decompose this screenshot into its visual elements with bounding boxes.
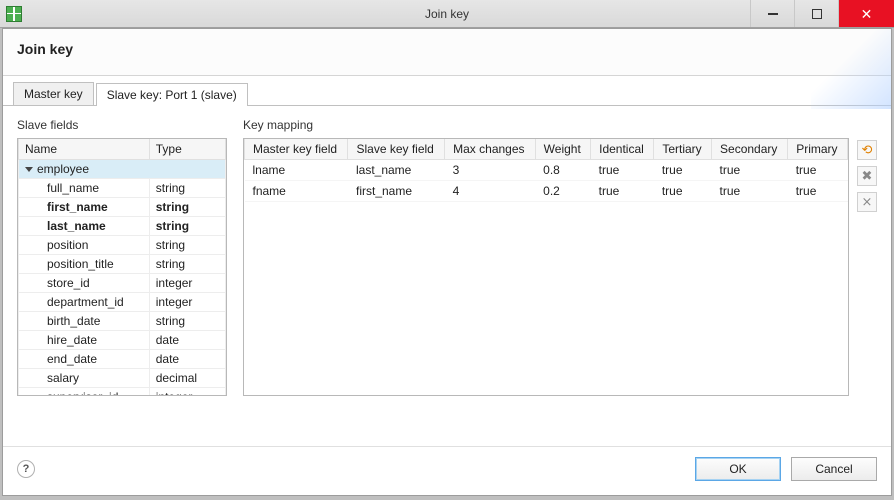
tab-master-key[interactable]: Master key	[13, 82, 94, 105]
tree-item[interactable]: position_titlestring	[19, 255, 226, 274]
key-mapping-tools: ⟲ ✖ ⨯	[857, 138, 877, 396]
mapping-cell-max_changes: 3	[445, 160, 536, 181]
mapping-cell-max_changes: 4	[445, 181, 536, 202]
tree-item-name: full_name	[19, 179, 150, 198]
mapping-cell-primary: true	[788, 181, 848, 202]
auto-map-button[interactable]: ⟲	[857, 140, 877, 160]
tree-item[interactable]: end_datedate	[19, 350, 226, 369]
mapping-cell-secondary: true	[712, 160, 788, 181]
tree-item-name: store_id	[19, 274, 150, 293]
tree-item[interactable]: store_idinteger	[19, 274, 226, 293]
tree-item[interactable]: positionstring	[19, 236, 226, 255]
tree-item-type: date	[149, 331, 225, 350]
tree-item-type: date	[149, 350, 225, 369]
tree-item-type: string	[149, 217, 225, 236]
tree-root-label: employee	[37, 162, 89, 176]
tree-item[interactable]: department_idinteger	[19, 293, 226, 312]
dialog-footer: ? OK Cancel	[3, 446, 891, 495]
tree-item-type: integer	[149, 274, 225, 293]
tree-item-type: string	[149, 198, 225, 217]
tree-item-type: string	[149, 179, 225, 198]
km-col-identical[interactable]: Identical	[591, 139, 654, 160]
window-titlebar: Join key ✕	[0, 0, 894, 28]
tab-slave-key[interactable]: Slave key: Port 1 (slave)	[96, 83, 248, 106]
km-col-weight[interactable]: Weight	[535, 139, 590, 160]
remove-all-mappings-button[interactable]: ⨯	[857, 192, 877, 212]
tree-item-name: position_title	[19, 255, 150, 274]
km-col-slave[interactable]: Slave key field	[348, 139, 445, 160]
tree-item-name: salary	[19, 369, 150, 388]
tree-root-employee[interactable]: employee	[19, 160, 226, 179]
mapping-row[interactable]: lnamelast_name30.8truetruetruetrue	[245, 160, 848, 181]
tree-item-type: string	[149, 312, 225, 331]
mapping-cell-slave: last_name	[348, 160, 445, 181]
tab-strip: Master key Slave key: Port 1 (slave)	[3, 76, 891, 106]
tree-item-name: department_id	[19, 293, 150, 312]
km-col-tertiary[interactable]: Tertiary	[654, 139, 712, 160]
tree-item-type: decimal	[149, 369, 225, 388]
slave-col-type[interactable]: Type	[149, 139, 225, 160]
km-col-max-changes[interactable]: Max changes	[445, 139, 536, 160]
key-mapping-grid: Master key field Slave key field Max cha…	[244, 139, 848, 202]
km-col-secondary[interactable]: Secondary	[712, 139, 788, 160]
tree-item-name: birth_date	[19, 312, 150, 331]
cancel-button[interactable]: Cancel	[791, 457, 877, 481]
expand-icon[interactable]	[25, 167, 33, 172]
tree-item[interactable]: hire_datedate	[19, 331, 226, 350]
mapping-cell-weight: 0.8	[535, 160, 590, 181]
mapping-cell-tertiary: true	[654, 181, 712, 202]
tree-item-name: end_date	[19, 350, 150, 369]
mapping-cell-tertiary: true	[654, 160, 712, 181]
mapping-row[interactable]: fnamefirst_name40.2truetruetruetrue	[245, 181, 848, 202]
tree-item[interactable]: full_namestring	[19, 179, 226, 198]
dialog-header: Join key	[3, 29, 891, 76]
tree-item-type: string	[149, 255, 225, 274]
mapping-cell-secondary: true	[712, 181, 788, 202]
tree-item[interactable]: salarydecimal	[19, 369, 226, 388]
tree-item-name: position	[19, 236, 150, 255]
key-mapping-grid-box: Master key field Slave key field Max cha…	[243, 138, 849, 396]
mapping-cell-slave: first_name	[348, 181, 445, 202]
tree-item-name: first_name	[19, 198, 150, 217]
tree-item-name: supervisor_id	[19, 388, 150, 396]
window-minimize-button[interactable]	[750, 0, 794, 27]
slave-col-name[interactable]: Name	[19, 139, 150, 160]
mapping-cell-weight: 0.2	[535, 181, 590, 202]
mapping-cell-identical: true	[591, 160, 654, 181]
tree-item-type: integer	[149, 388, 225, 396]
tree-item[interactable]: last_namestring	[19, 217, 226, 236]
key-mapping-panel: Key mapping Master key field Slave key f…	[243, 118, 877, 408]
dialog-title: Join key	[17, 41, 73, 57]
dialog-client: Join key Master key Slave key: Port 1 (s…	[2, 28, 892, 496]
mapping-cell-primary: true	[788, 160, 848, 181]
app-icon	[6, 6, 22, 22]
ok-button[interactable]: OK	[695, 457, 781, 481]
remove-mapping-button[interactable]: ✖	[857, 166, 877, 186]
km-col-master[interactable]: Master key field	[245, 139, 348, 160]
slave-fields-panel: Slave fields Name Type emplo	[17, 118, 227, 408]
window-close-button[interactable]: ✕	[838, 0, 894, 27]
slave-fields-tree: Name Type employee full_namestringfirst_…	[18, 139, 226, 395]
help-button[interactable]: ?	[17, 460, 35, 478]
tree-item-name: last_name	[19, 217, 150, 236]
tree-item-type: string	[149, 236, 225, 255]
mapping-cell-identical: true	[591, 181, 654, 202]
window-maximize-button[interactable]	[794, 0, 838, 27]
tree-item-type: integer	[149, 293, 225, 312]
km-col-primary[interactable]: Primary	[788, 139, 848, 160]
slave-fields-title: Slave fields	[17, 118, 227, 132]
mapping-cell-master: fname	[245, 181, 348, 202]
mapping-cell-master: lname	[245, 160, 348, 181]
tree-item[interactable]: supervisor_idinteger	[19, 388, 226, 396]
tree-item[interactable]: birth_datestring	[19, 312, 226, 331]
tree-item[interactable]: first_namestring	[19, 198, 226, 217]
tree-item-name: hire_date	[19, 331, 150, 350]
slave-fields-scroll[interactable]: Name Type employee full_namestringfirst_…	[18, 139, 226, 395]
key-mapping-title: Key mapping	[243, 118, 877, 132]
